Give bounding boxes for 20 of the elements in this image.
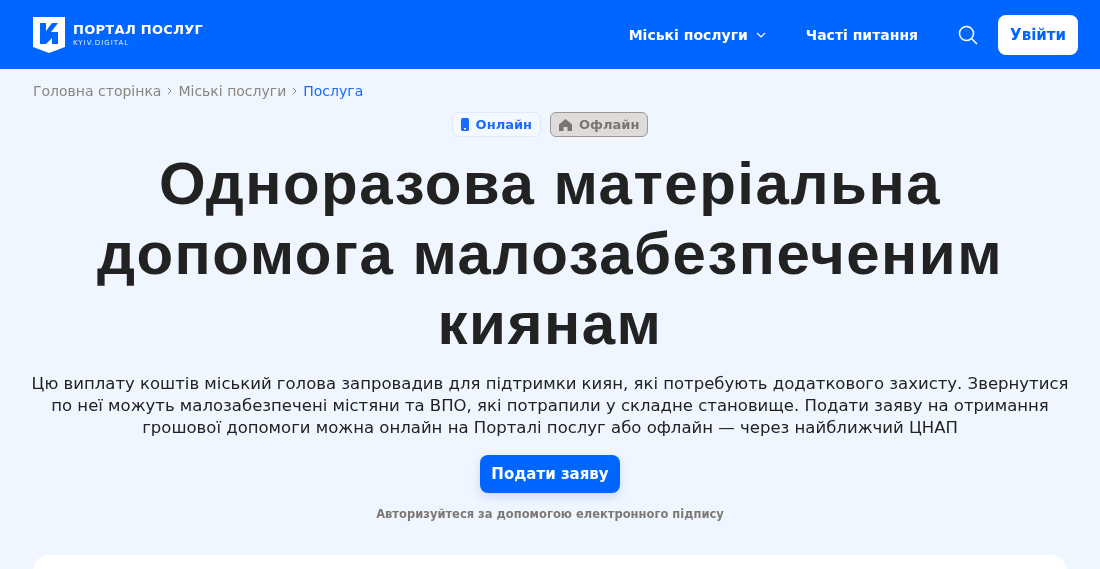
logo-title: ПОРТАЛ ПОСЛУГ — [73, 22, 204, 37]
phone-icon — [460, 118, 469, 131]
mode-tab[interactable]: Офлайн — [550, 112, 649, 137]
chevron-right-icon — [292, 87, 298, 95]
home-icon — [559, 118, 573, 131]
breadcrumb-link[interactable]: Міські послуги — [178, 83, 287, 99]
breadcrumb-link[interactable]: Послуга — [303, 83, 364, 99]
page-title: Одноразова матеріальна допомога малозабезпеченим киянам — [95, 149, 1005, 359]
description: Цю виплату коштів міський голова запровадив для підтримки киян, які потребують додаткового захисту. Звернутися по неї можуть малозабезпечені містяни та ВПО, які потрапили у складне становище. Подати заяву на отримання грошової допомоги можна онлайн на Порталі послуг або офлайн — через найближчий ЦНАП — [30, 373, 1070, 439]
breadcrumb-link[interactable]: Головна сторінка — [33, 83, 162, 99]
login-button[interactable]: Увійти — [998, 14, 1078, 55]
nav-link[interactable]: Часті питання — [805, 26, 919, 43]
apply-note: Авторизуйтеся за допомогою електронного підпису — [376, 507, 724, 521]
apply-button[interactable]: Подати заяву — [480, 455, 620, 493]
chevron-right-icon — [167, 87, 173, 95]
nav-link[interactable]: Міські послуги — [628, 26, 766, 43]
mode-tab[interactable]: Онлайн — [451, 112, 542, 137]
search-icon[interactable] — [958, 24, 979, 45]
logo-icon[interactable] — [33, 16, 65, 53]
chevron-down-icon — [755, 31, 766, 38]
